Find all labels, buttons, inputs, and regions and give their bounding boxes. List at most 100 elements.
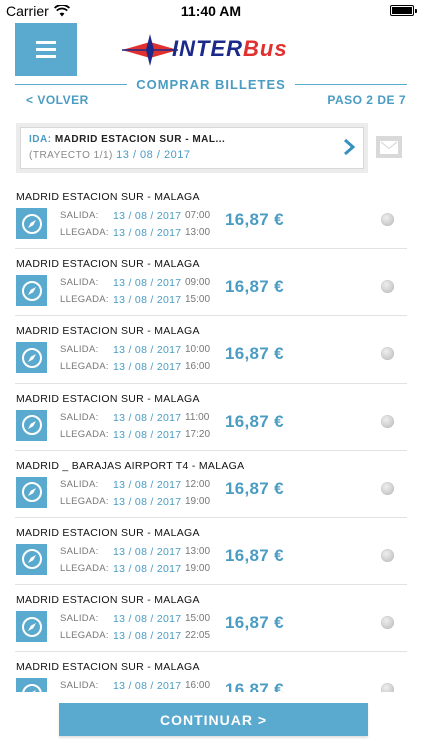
arrival-date: 13 / 08 / 2017 bbox=[113, 227, 182, 239]
departure-time: 09:00 bbox=[185, 277, 211, 289]
divider-right bbox=[295, 84, 407, 85]
departure-label: SALIDA: bbox=[60, 411, 99, 423]
trip-route: MADRID ESTACION SUR - MALAGA bbox=[16, 191, 200, 203]
trip-price: 16,87 € bbox=[225, 680, 284, 692]
trip-row[interactable]: MADRID _ BARAJAS AIRPORT T4 - MALAGA SAL… bbox=[15, 451, 407, 518]
trip-select-radio[interactable] bbox=[381, 280, 394, 294]
departure-time: 13:00 bbox=[185, 545, 211, 557]
trip-price: 16,87 € bbox=[225, 478, 284, 498]
departure-label: SALIDA: bbox=[60, 478, 99, 490]
arrival-date: 13 / 08 / 2017 bbox=[113, 495, 182, 508]
arrival-date: 13 / 08 / 2017 bbox=[113, 361, 182, 374]
email-button[interactable] bbox=[376, 136, 402, 158]
journey-route-line: IDA: MADRID ESTACION SUR - MAL... bbox=[29, 134, 355, 145]
journey-date: 13 / 08 / 2017 bbox=[116, 149, 191, 161]
journey-direction-label: IDA: bbox=[29, 134, 52, 145]
compass-icon bbox=[16, 611, 47, 643]
departure-time: 15:00 bbox=[185, 613, 211, 625]
departure-label: SALIDA: bbox=[60, 680, 99, 692]
departure-label: SALIDA: bbox=[60, 613, 99, 625]
journey-summary: IDA: MADRID ESTACION SUR - MAL... (TRAYE… bbox=[16, 123, 368, 173]
trip-price: 16,87 € bbox=[225, 545, 284, 565]
departure-label: SALIDA: bbox=[60, 344, 99, 356]
arrival-time: 13:00 bbox=[185, 227, 211, 238]
trip-row[interactable]: MADRID ESTACION SUR - MALAGA SALIDA: 13 … bbox=[15, 585, 407, 653]
trip-route: MADRID ESTACION SUR - MALAGA bbox=[16, 661, 200, 674]
trip-row[interactable]: MADRID ESTACION SUR - MALAGA SALIDA: 13 … bbox=[15, 316, 407, 384]
trip-row[interactable]: MADRID ESTACION SUR - MALAGA SALIDA: 13 … bbox=[15, 249, 407, 317]
trip-select-radio[interactable] bbox=[381, 481, 394, 495]
menu-button[interactable] bbox=[15, 23, 77, 76]
trip-select-radio[interactable] bbox=[381, 347, 394, 361]
trip-route: MADRID _ BARAJAS AIRPORT T4 - MALAGA bbox=[16, 459, 245, 472]
trip-row[interactable]: MADRID ESTACION SUR - MALAGA SALIDA: 13 … bbox=[15, 518, 407, 586]
hamburger-icon-bar bbox=[36, 48, 56, 51]
journey-route: MADRID ESTACION SUR - MAL... bbox=[54, 134, 226, 145]
logo-swoosh-icon bbox=[122, 34, 178, 66]
trip-price: 16,87 € bbox=[225, 210, 284, 229]
battery-icon bbox=[390, 5, 417, 16]
back-button[interactable]: < VOLVER bbox=[26, 93, 89, 107]
trip-row[interactable]: MADRID ESTACION SUR - MALAGA SALIDA: 13 … bbox=[15, 652, 407, 692]
journey-segment: (TRAYECTO 1/1) bbox=[29, 150, 113, 161]
arrival-date: 13 / 08 / 2017 bbox=[113, 294, 182, 307]
journey-detail-line: (TRAYECTO 1/1) 13 / 08 / 2017 bbox=[29, 149, 355, 161]
departure-date: 13 / 08 / 2017 bbox=[113, 545, 182, 558]
hamburger-icon-bar bbox=[36, 41, 56, 44]
trip-route: MADRID ESTACION SUR - MALAGA bbox=[16, 526, 200, 539]
arrival-time: 16:00 bbox=[185, 361, 211, 373]
trip-route: MADRID ESTACION SUR - MALAGA bbox=[16, 258, 200, 271]
journey-card[interactable]: IDA: MADRID ESTACION SUR - MAL... (TRAYE… bbox=[20, 127, 364, 169]
trip-row[interactable]: MADRID ESTACION SUR - MALAGA SALIDA: 13 … bbox=[15, 182, 407, 250]
trip-select-radio[interactable] bbox=[381, 683, 394, 692]
departure-time: 16:00 bbox=[185, 680, 211, 692]
arrival-date: 13 / 08 / 2017 bbox=[113, 428, 182, 441]
arrival-date: 13 / 08 / 2017 bbox=[113, 630, 182, 643]
trip-select-radio[interactable] bbox=[381, 414, 394, 428]
arrival-time: 22:05 bbox=[185, 630, 211, 642]
arrival-label: LLEGADA: bbox=[60, 227, 109, 238]
status-bar: Carrier 11:40 AM bbox=[0, 0, 422, 22]
departure-label: SALIDA: bbox=[60, 277, 99, 289]
arrival-date: 13 / 08 / 2017 bbox=[113, 562, 182, 575]
trip-select-radio[interactable] bbox=[381, 616, 394, 630]
envelope-icon bbox=[380, 140, 398, 154]
trip-price: 16,87 € bbox=[225, 344, 284, 364]
trip-list: MADRID ESTACION SUR - MALAGA SALIDA: 13 … bbox=[0, 182, 422, 692]
compass-icon bbox=[16, 409, 47, 441]
trip-price: 16,87 € bbox=[225, 613, 284, 633]
step-indicator: PASO 2 DE 7 bbox=[327, 93, 406, 107]
departure-date: 13 / 08 / 2017 bbox=[113, 344, 182, 357]
hamburger-icon-bar bbox=[36, 55, 56, 58]
trip-route: MADRID ESTACION SUR - MALAGA bbox=[16, 392, 200, 405]
departure-label: SALIDA: bbox=[60, 545, 99, 557]
trip-price: 16,87 € bbox=[225, 277, 284, 297]
arrival-label: LLEGADA: bbox=[60, 495, 109, 507]
continue-button[interactable]: CONTINUAR > bbox=[59, 703, 368, 736]
departure-date: 13 / 08 / 2017 bbox=[113, 613, 182, 626]
departure-time: 12:00 bbox=[185, 478, 211, 490]
departure-time: 11:00 bbox=[185, 411, 210, 423]
arrival-label: LLEGADA: bbox=[60, 294, 109, 306]
departure-date: 13 / 08 / 2017 bbox=[113, 277, 182, 290]
departure-label: SALIDA: bbox=[60, 210, 99, 221]
arrival-time: 19:00 bbox=[185, 495, 211, 507]
arrival-label: LLEGADA: bbox=[60, 428, 109, 440]
trip-row[interactable]: MADRID ESTACION SUR - MALAGA SALIDA: 13 … bbox=[15, 384, 407, 451]
compass-icon bbox=[16, 342, 47, 374]
logo-text: INTERBus bbox=[172, 36, 288, 61]
arrival-label: LLEGADA: bbox=[60, 562, 109, 574]
arrival-time: 15:00 bbox=[185, 294, 211, 306]
compass-icon bbox=[16, 208, 47, 239]
arrival-label: LLEGADA: bbox=[60, 630, 109, 642]
arrival-time: 17:20 bbox=[185, 428, 211, 440]
trip-price: 16,87 € bbox=[225, 411, 284, 431]
compass-icon bbox=[16, 476, 47, 508]
departure-time: 07:00 bbox=[185, 210, 211, 221]
trip-select-radio[interactable] bbox=[381, 213, 394, 226]
compass-icon bbox=[16, 543, 47, 575]
compass-icon bbox=[16, 678, 47, 692]
interbus-logo: INTERBus bbox=[120, 30, 310, 70]
trip-select-radio[interactable] bbox=[381, 548, 394, 562]
arrival-label: LLEGADA: bbox=[60, 361, 109, 373]
